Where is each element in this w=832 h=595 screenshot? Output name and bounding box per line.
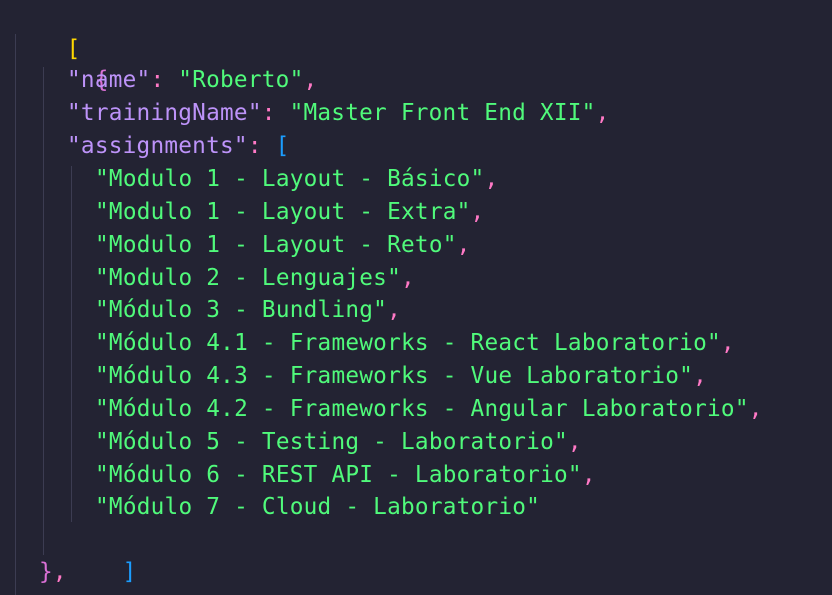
- assignment-item: "Modulo 1 - Layout - Básico": [95, 166, 485, 192]
- comma: ,: [720, 330, 735, 356]
- code-line: "Modulo 1 - Layout - Básico",: [95, 163, 498, 196]
- assignment-item: "Módulo 6 - REST API - Laboratorio": [95, 462, 582, 488]
- comma: ,: [748, 396, 763, 422]
- comma: ,: [387, 297, 402, 323]
- comma: ,: [484, 166, 499, 192]
- comma: ,: [456, 232, 471, 258]
- code-line: },: [39, 556, 67, 589]
- colon: :: [247, 133, 276, 159]
- code-line: "Modulo 1 - Layout - Reto",: [95, 229, 471, 262]
- indent-guide: [43, 67, 44, 555]
- assignment-item: "Modulo 2 - Lenguajes": [95, 265, 401, 291]
- assignment-item: "Módulo 4.1 - Frameworks - React Laborat…: [95, 330, 721, 356]
- assignment-item: "Módulo 7 - Cloud - Laboratorio": [95, 494, 541, 520]
- comma: ,: [693, 363, 708, 389]
- code-line: "name": "Roberto",: [67, 64, 317, 97]
- comma: ,: [581, 462, 596, 488]
- code-line: {: [39, 31, 109, 93]
- assignment-item: "Modulo 1 - Layout - Extra": [95, 199, 471, 225]
- code-line: "assignments": [: [67, 130, 290, 163]
- code-line: "Módulo 4.2 - Frameworks - Angular Labor…: [95, 393, 763, 426]
- code-editor[interactable]: [ { "name": "Roberto", "trainingName": "…: [0, 0, 832, 595]
- code-line: "Módulo 5 - Testing - Laboratorio",: [95, 426, 582, 459]
- assignments-open-bracket: [: [275, 133, 290, 159]
- code-line: "Módulo 4.3 - Frameworks - Vue Laborator…: [95, 360, 707, 393]
- json-key-name: "name": [67, 67, 151, 93]
- code-line: [: [11, 0, 81, 62]
- code-line: "Modulo 1 - Layout - Extra",: [95, 196, 484, 229]
- json-value-training-name: "Master Front End XII": [289, 100, 596, 126]
- code-line: "trainingName": "Master Front End XII",: [67, 97, 609, 130]
- assignments-close-bracket: ]: [122, 559, 137, 585]
- assignment-item: "Módulo 5 - Testing - Laboratorio": [95, 429, 568, 455]
- comma: ,: [470, 199, 485, 225]
- assignment-item: "Módulo 4.3 - Frameworks - Vue Laborator…: [95, 363, 694, 389]
- assignment-item: "Módulo 4.2 - Frameworks - Angular Labor…: [95, 396, 749, 422]
- code-line: "Módulo 6 - REST API - Laboratorio",: [95, 459, 596, 492]
- code-line: "Módulo 4.1 - Frameworks - React Laborat…: [95, 327, 735, 360]
- json-key-training-name: "trainingName": [67, 100, 262, 126]
- json-value-name: "Roberto": [178, 67, 304, 93]
- indent-guide: [71, 166, 72, 522]
- code-line: "Modulo 2 - Lenguajes",: [95, 262, 415, 295]
- json-key-assignments: "assignments": [67, 133, 248, 159]
- comma: ,: [303, 67, 318, 93]
- indent-guide: [15, 34, 16, 595]
- object-close-brace: }: [39, 559, 53, 585]
- assignment-item: "Módulo 3 - Bundling": [95, 297, 388, 323]
- code-line: "Módulo 3 - Bundling",: [95, 294, 401, 327]
- code-line: "Módulo 7 - Cloud - Laboratorio": [95, 491, 540, 524]
- comma: ,: [401, 265, 415, 291]
- colon: :: [150, 67, 179, 93]
- colon: :: [261, 100, 290, 126]
- code-line: ]: [67, 523, 137, 585]
- comma: ,: [567, 429, 582, 455]
- assignment-item: "Modulo 1 - Layout - Reto": [95, 232, 457, 258]
- comma: ,: [595, 100, 610, 126]
- comma: ,: [52, 559, 67, 585]
